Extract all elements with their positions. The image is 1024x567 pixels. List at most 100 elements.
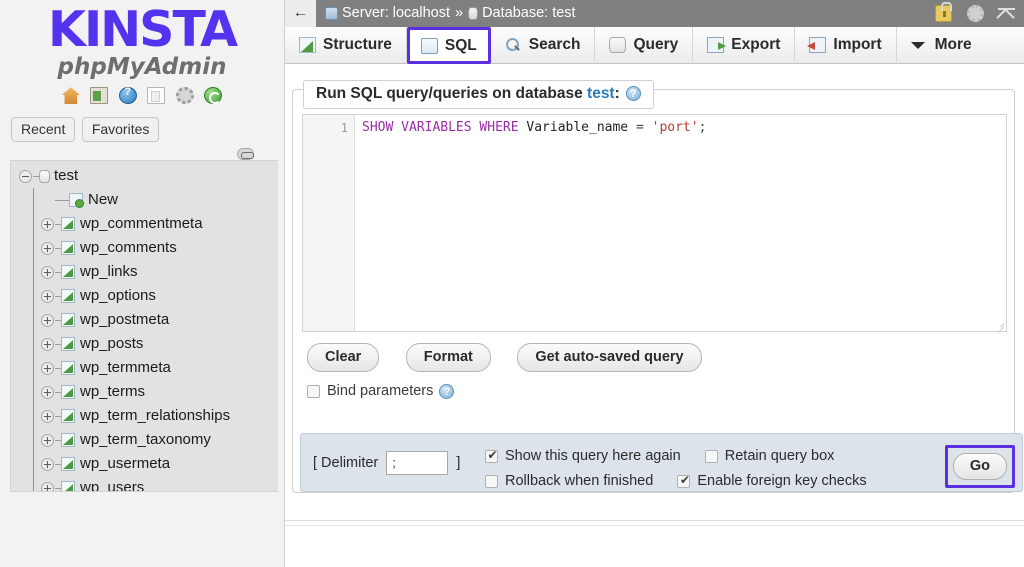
rollback-when-finished-option[interactable]: Rollback when finished bbox=[485, 469, 653, 494]
bind-parameters-checkbox[interactable] bbox=[307, 385, 320, 398]
tree-node-table[interactable]: wp_postmeta bbox=[11, 308, 278, 332]
tree-new-label[interactable]: New bbox=[88, 191, 118, 208]
sql-action-buttons: Clear Format Get auto-saved query bbox=[307, 343, 724, 372]
gear-icon[interactable] bbox=[967, 5, 984, 22]
tab-export[interactable]: Export bbox=[693, 27, 795, 64]
enable-foreign-key-checks-option[interactable]: Enable foreign key checks bbox=[677, 469, 866, 494]
console-divider-shadow bbox=[285, 525, 1024, 526]
sql-query-text[interactable]: SHOW VARIABLES WHERE Variable_name = 'po… bbox=[356, 115, 1006, 137]
enable-foreign-key-checks-checkbox[interactable] bbox=[677, 475, 690, 488]
retain-query-box-checkbox[interactable] bbox=[705, 450, 718, 463]
tree-node-table[interactable]: wp_posts bbox=[11, 332, 278, 356]
sql-token-operator: = bbox=[628, 120, 651, 135]
tree-table-label[interactable]: wp_comments bbox=[80, 239, 177, 256]
get-auto-saved-query-button[interactable]: Get auto-saved query bbox=[517, 343, 701, 372]
documentation-globe-icon[interactable] bbox=[119, 87, 137, 104]
back-button[interactable]: ← bbox=[285, 0, 316, 27]
show-query-again-checkbox[interactable] bbox=[485, 450, 498, 463]
tab-query[interactable]: Query bbox=[595, 27, 693, 64]
help-icon[interactable]: ? bbox=[626, 86, 641, 101]
tab-search[interactable]: Search bbox=[491, 27, 596, 64]
tab-more[interactable]: More bbox=[897, 27, 986, 64]
breadcrumb-separator: » bbox=[455, 5, 463, 21]
sql-token-keyword: VARIABLES bbox=[401, 120, 471, 135]
tree-table-label[interactable]: wp_term_relationships bbox=[80, 407, 230, 424]
tree-table-label[interactable]: wp_termmeta bbox=[80, 359, 171, 376]
sql-token-space bbox=[393, 120, 401, 135]
expand-toggle-icon[interactable] bbox=[41, 410, 54, 423]
link-with-main-panel-icon[interactable] bbox=[237, 148, 254, 160]
database-tree: test New wp_commentmeta wp_comments wp_links… bbox=[10, 160, 278, 492]
legend-prefix: Run SQL query/queries on database bbox=[316, 85, 587, 102]
expand-toggle-icon[interactable] bbox=[41, 218, 54, 231]
tree-node-table[interactable]: wp_terms bbox=[11, 380, 278, 404]
tab-structure[interactable]: Structure bbox=[285, 27, 407, 64]
branding: KINSTA phpMyAdmin bbox=[0, 0, 284, 80]
expand-toggle-icon[interactable] bbox=[41, 242, 54, 255]
tree-node-database[interactable]: test bbox=[11, 164, 278, 188]
sql-token-keyword: WHERE bbox=[479, 120, 518, 135]
tab-import[interactable]: Import bbox=[795, 27, 896, 64]
chevron-down-icon bbox=[911, 37, 928, 53]
go-button[interactable]: Go bbox=[953, 453, 1007, 480]
tree-table-label[interactable]: wp_links bbox=[80, 263, 138, 280]
table-icon bbox=[61, 361, 75, 375]
tab-recent[interactable]: Recent bbox=[11, 117, 75, 142]
tree-table-label[interactable]: wp_options bbox=[80, 287, 156, 304]
tree-table-label[interactable]: wp_postmeta bbox=[80, 311, 169, 328]
tree-node-table[interactable]: wp_usermeta bbox=[11, 452, 278, 476]
tree-node-table[interactable]: wp_term_taxonomy bbox=[11, 428, 278, 452]
tree-table-label[interactable]: wp_commentmeta bbox=[80, 215, 203, 232]
collapse-toggle-icon[interactable] bbox=[19, 170, 32, 183]
format-button[interactable]: Format bbox=[406, 343, 491, 372]
breadcrumb-server[interactable]: Server: localhost bbox=[342, 5, 450, 21]
tree-table-label[interactable]: wp_usermeta bbox=[80, 455, 170, 472]
expand-toggle-icon[interactable] bbox=[41, 458, 54, 471]
tab-favorites[interactable]: Favorites bbox=[82, 117, 160, 142]
tab-import-label: Import bbox=[833, 36, 881, 53]
tree-table-label[interactable]: wp_posts bbox=[80, 335, 143, 352]
expand-toggle-icon[interactable] bbox=[41, 434, 54, 447]
expand-toggle-icon[interactable] bbox=[41, 338, 54, 351]
expand-toggle-icon[interactable] bbox=[41, 386, 54, 399]
tree-node-table[interactable]: wp_users bbox=[11, 476, 278, 492]
expand-toggle-icon[interactable] bbox=[41, 290, 54, 303]
tab-sql[interactable]: SQL bbox=[407, 27, 491, 64]
help-icon[interactable]: ? bbox=[439, 384, 454, 399]
retain-query-box-option[interactable]: Retain query box bbox=[705, 444, 835, 469]
clear-button[interactable]: Clear bbox=[307, 343, 379, 372]
expand-toggle-icon[interactable] bbox=[41, 314, 54, 327]
collapse-up-icon[interactable] bbox=[998, 5, 1015, 22]
show-query-again-option[interactable]: Show this query here again bbox=[485, 444, 681, 469]
expand-toggle-icon[interactable] bbox=[41, 482, 54, 492]
legend-database-name[interactable]: test bbox=[587, 85, 615, 102]
bind-parameters-row[interactable]: Bind parameters? bbox=[307, 383, 454, 399]
sql-editor[interactable]: 1 SHOW VARIABLES WHERE Variable_name = '… bbox=[302, 114, 1007, 332]
tree-node-table[interactable]: wp_termmeta bbox=[11, 356, 278, 380]
tree-node-table[interactable]: wp_options bbox=[11, 284, 278, 308]
editor-resize-handle[interactable] bbox=[993, 318, 1005, 330]
rollback-when-finished-checkbox[interactable] bbox=[485, 475, 498, 488]
breadcrumb-database[interactable]: Database: test bbox=[482, 5, 576, 21]
tree-node-table[interactable]: wp_commentmeta bbox=[11, 212, 278, 236]
lock-icon[interactable] bbox=[935, 5, 952, 22]
tree-table-label[interactable]: wp_users bbox=[80, 479, 144, 492]
delimiter-group: [ Delimiter ; ] bbox=[313, 451, 460, 475]
home-icon[interactable] bbox=[62, 87, 80, 104]
tree-node-table[interactable]: wp_comments bbox=[11, 236, 278, 260]
settings-gear-icon[interactable] bbox=[176, 87, 194, 104]
tree-database-label[interactable]: test bbox=[54, 167, 78, 184]
logout-icon[interactable] bbox=[90, 87, 108, 104]
tree-node-table[interactable]: wp_links bbox=[11, 260, 278, 284]
expand-toggle-icon[interactable] bbox=[41, 266, 54, 279]
go-button-highlight: Go bbox=[945, 445, 1015, 488]
tree-table-label[interactable]: wp_terms bbox=[80, 383, 145, 400]
docs-page-icon[interactable] bbox=[147, 87, 165, 104]
expand-toggle-icon[interactable] bbox=[41, 362, 54, 375]
tree-table-label[interactable]: wp_term_taxonomy bbox=[80, 431, 211, 448]
delimiter-input[interactable]: ; bbox=[386, 451, 448, 475]
refresh-icon[interactable] bbox=[204, 87, 222, 104]
tab-search-label: Search bbox=[529, 36, 581, 53]
tree-node-new[interactable]: New bbox=[11, 188, 278, 212]
tree-node-table[interactable]: wp_term_relationships bbox=[11, 404, 278, 428]
